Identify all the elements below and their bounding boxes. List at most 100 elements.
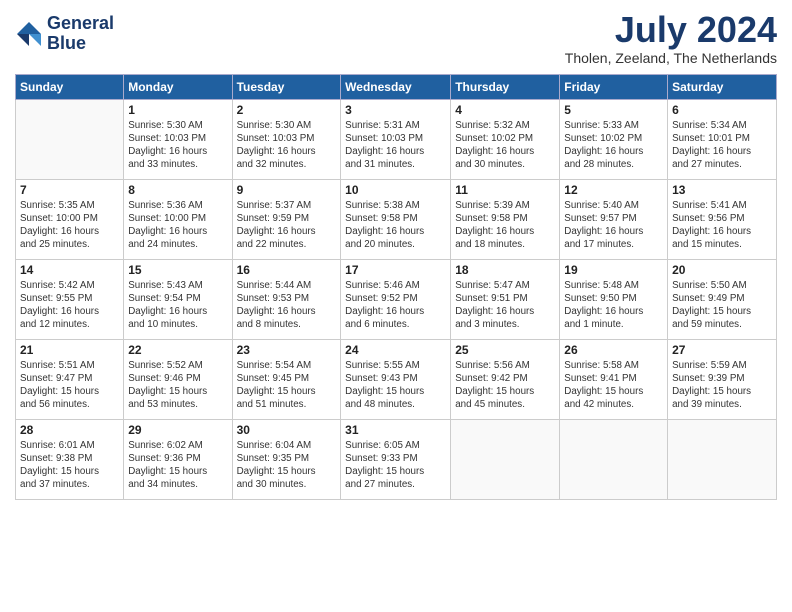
calendar-day-cell: 28Sunrise: 6:01 AMSunset: 9:38 PMDayligh…	[16, 419, 124, 499]
calendar-week-row: 21 Sunrise: 5:51 AMSunset: 9:47 PMDayligh…	[16, 339, 777, 419]
day-info: Sunrise: 5:46 AMSunset: 9:52 PMDaylight:…	[345, 279, 446, 332]
day-info: Sunrise: 5:39 AMSunset: 9:58 PMDaylight:…	[455, 199, 555, 252]
calendar-day-cell: 18 Sunrise: 5:47 AMSunset: 9:51 PMDayligh…	[451, 259, 560, 339]
day-number: 3	[345, 103, 446, 117]
calendar-day-cell: 21 Sunrise: 5:51 AMSunset: 9:47 PMDayligh…	[16, 339, 124, 419]
day-number: 24	[345, 343, 446, 357]
day-info: Sunrise: 5:59 AMSunset: 9:39 PMDaylight:…	[672, 359, 772, 412]
day-number: 11	[455, 183, 555, 197]
day-number: 7	[20, 183, 119, 197]
day-info: Sunrise: 6:05 AMSunset: 9:33 PMDaylight:…	[345, 439, 446, 492]
calendar-day-cell: 11 Sunrise: 5:39 AMSunset: 9:58 PMDayligh…	[451, 179, 560, 259]
calendar-day-cell: 13 Sunrise: 5:41 AMSunset: 9:56 PMDayligh…	[668, 179, 777, 259]
calendar-day-cell: 3 Sunrise: 5:31 AMSunset: 10:03 PMDayligh…	[341, 99, 451, 179]
calendar-day-cell	[16, 99, 124, 179]
calendar-day-cell: 6Sunrise: 5:34 AMSunset: 10:01 PMDayligh…	[668, 99, 777, 179]
calendar-day-cell: 7 Sunrise: 5:35 AMSunset: 10:00 PMDayligh…	[16, 179, 124, 259]
day-number: 15	[128, 263, 227, 277]
day-number: 8	[128, 183, 227, 197]
day-info: Sunrise: 5:47 AMSunset: 9:51 PMDaylight:…	[455, 279, 555, 332]
day-info: Sunrise: 5:34 AMSunset: 10:01 PMDaylight…	[672, 119, 772, 172]
calendar-day-cell: 19 Sunrise: 5:48 AMSunset: 9:50 PMDayligh…	[560, 259, 668, 339]
day-info: Sunrise: 5:48 AMSunset: 9:50 PMDaylight:…	[564, 279, 663, 332]
day-number: 25	[455, 343, 555, 357]
day-info: Sunrise: 5:33 AMSunset: 10:02 PMDaylight…	[564, 119, 663, 172]
day-number: 29	[128, 423, 227, 437]
day-info: Sunrise: 5:40 AMSunset: 9:57 PMDaylight:…	[564, 199, 663, 252]
day-number: 23	[237, 343, 337, 357]
day-number: 19	[564, 263, 663, 277]
day-number: 13	[672, 183, 772, 197]
day-number: 9	[237, 183, 337, 197]
day-info: Sunrise: 5:50 AMSunset: 9:49 PMDaylight:…	[672, 279, 772, 332]
day-number: 1	[128, 103, 227, 117]
calendar-day-cell: 10 Sunrise: 5:38 AMSunset: 9:58 PMDayligh…	[341, 179, 451, 259]
calendar-day-cell: 30Sunrise: 6:04 AMSunset: 9:35 PMDayligh…	[232, 419, 341, 499]
day-info: Sunrise: 6:02 AMSunset: 9:36 PMDaylight:…	[128, 439, 227, 492]
calendar-week-row: 1 Sunrise: 5:30 AMSunset: 10:03 PMDayligh…	[16, 99, 777, 179]
day-info: Sunrise: 5:30 AMSunset: 10:03 PMDaylight…	[128, 119, 227, 172]
calendar-day-cell: 25 Sunrise: 5:56 AMSunset: 9:42 PMDayligh…	[451, 339, 560, 419]
day-info: Sunrise: 5:41 AMSunset: 9:56 PMDaylight:…	[672, 199, 772, 252]
day-number: 26	[564, 343, 663, 357]
day-info: Sunrise: 5:58 AMSunset: 9:41 PMDaylight:…	[564, 359, 663, 412]
calendar-day-cell: 4Sunrise: 5:32 AMSunset: 10:02 PMDayligh…	[451, 99, 560, 179]
calendar-body: 1 Sunrise: 5:30 AMSunset: 10:03 PMDayligh…	[16, 99, 777, 499]
day-info: Sunrise: 6:04 AMSunset: 9:35 PMDaylight:…	[237, 439, 337, 492]
weekday-header-row: SundayMondayTuesdayWednesdayThursdayFrid…	[16, 74, 777, 99]
calendar-day-cell: 14 Sunrise: 5:42 AMSunset: 9:55 PMDayligh…	[16, 259, 124, 339]
day-info: Sunrise: 5:54 AMSunset: 9:45 PMDaylight:…	[237, 359, 337, 412]
day-number: 10	[345, 183, 446, 197]
weekday-header-cell: Thursday	[451, 74, 560, 99]
day-number: 22	[128, 343, 227, 357]
day-number: 21	[20, 343, 119, 357]
location: Tholen, Zeeland, The Netherlands	[565, 50, 777, 66]
weekday-header-cell: Friday	[560, 74, 668, 99]
day-number: 18	[455, 263, 555, 277]
calendar-week-row: 14 Sunrise: 5:42 AMSunset: 9:55 PMDayligh…	[16, 259, 777, 339]
day-number: 31	[345, 423, 446, 437]
day-number: 20	[672, 263, 772, 277]
calendar-day-cell: 24 Sunrise: 5:55 AMSunset: 9:43 PMDayligh…	[341, 339, 451, 419]
day-number: 2	[237, 103, 337, 117]
weekday-header-cell: Tuesday	[232, 74, 341, 99]
day-info: Sunrise: 5:38 AMSunset: 9:58 PMDaylight:…	[345, 199, 446, 252]
calendar-day-cell: 8Sunrise: 5:36 AMSunset: 10:00 PMDayligh…	[124, 179, 232, 259]
day-info: Sunrise: 5:55 AMSunset: 9:43 PMDaylight:…	[345, 359, 446, 412]
day-info: Sunrise: 5:42 AMSunset: 9:55 PMDaylight:…	[20, 279, 119, 332]
calendar-day-cell: 26 Sunrise: 5:58 AMSunset: 9:41 PMDayligh…	[560, 339, 668, 419]
day-info: Sunrise: 5:51 AMSunset: 9:47 PMDaylight:…	[20, 359, 119, 412]
calendar-week-row: 7 Sunrise: 5:35 AMSunset: 10:00 PMDayligh…	[16, 179, 777, 259]
day-info: Sunrise: 5:32 AMSunset: 10:02 PMDaylight…	[455, 119, 555, 172]
calendar-week-row: 28Sunrise: 6:01 AMSunset: 9:38 PMDayligh…	[16, 419, 777, 499]
calendar-day-cell: 15 Sunrise: 5:43 AMSunset: 9:54 PMDayligh…	[124, 259, 232, 339]
day-info: Sunrise: 5:31 AMSunset: 10:03 PMDaylight…	[345, 119, 446, 172]
calendar-table: SundayMondayTuesdayWednesdayThursdayFrid…	[15, 74, 777, 500]
logo: General Blue	[15, 14, 114, 54]
calendar-day-cell: 16 Sunrise: 5:44 AMSunset: 9:53 PMDayligh…	[232, 259, 341, 339]
calendar-day-cell: 2Sunrise: 5:30 AMSunset: 10:03 PMDayligh…	[232, 99, 341, 179]
calendar-day-cell: 23 Sunrise: 5:54 AMSunset: 9:45 PMDayligh…	[232, 339, 341, 419]
month-title: July 2024	[565, 10, 777, 50]
weekday-header-cell: Wednesday	[341, 74, 451, 99]
calendar-day-cell: 27 Sunrise: 5:59 AMSunset: 9:39 PMDayligh…	[668, 339, 777, 419]
day-info: Sunrise: 5:35 AMSunset: 10:00 PMDaylight…	[20, 199, 119, 252]
calendar-day-cell	[451, 419, 560, 499]
day-info: Sunrise: 5:56 AMSunset: 9:42 PMDaylight:…	[455, 359, 555, 412]
day-number: 12	[564, 183, 663, 197]
day-info: Sunrise: 5:43 AMSunset: 9:54 PMDaylight:…	[128, 279, 227, 332]
day-number: 5	[564, 103, 663, 117]
calendar-day-cell	[560, 419, 668, 499]
day-info: Sunrise: 5:44 AMSunset: 9:53 PMDaylight:…	[237, 279, 337, 332]
calendar-day-cell: 29 Sunrise: 6:02 AMSunset: 9:36 PMDayligh…	[124, 419, 232, 499]
calendar-day-cell: 22Sunrise: 5:52 AMSunset: 9:46 PMDayligh…	[124, 339, 232, 419]
day-info: Sunrise: 5:37 AMSunset: 9:59 PMDaylight:…	[237, 199, 337, 252]
day-number: 27	[672, 343, 772, 357]
weekday-header-cell: Sunday	[16, 74, 124, 99]
weekday-header-cell: Monday	[124, 74, 232, 99]
day-number: 28	[20, 423, 119, 437]
day-number: 16	[237, 263, 337, 277]
calendar-day-cell: 12 Sunrise: 5:40 AMSunset: 9:57 PMDayligh…	[560, 179, 668, 259]
day-number: 14	[20, 263, 119, 277]
weekday-header-cell: Saturday	[668, 74, 777, 99]
